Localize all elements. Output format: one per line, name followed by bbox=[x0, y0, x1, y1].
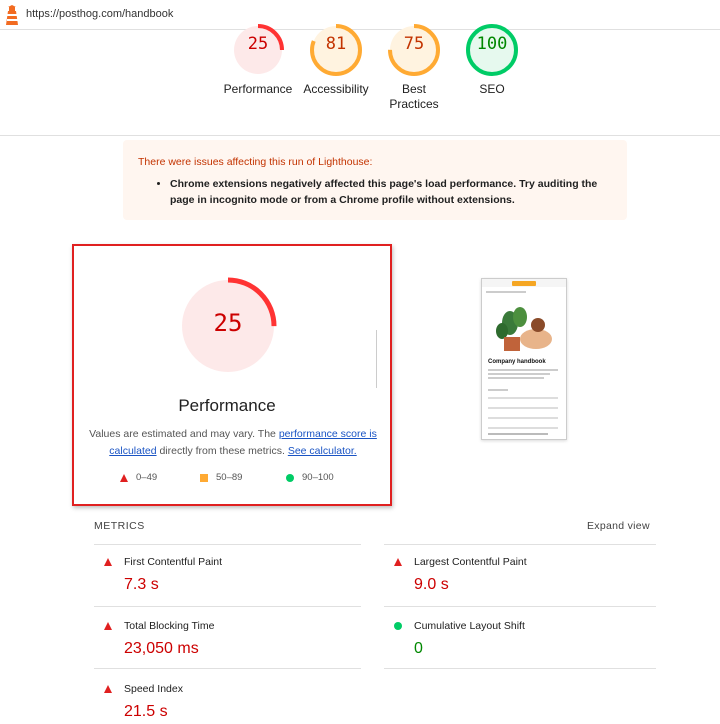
performance-summary: 25 Performance Values are estimated and … bbox=[72, 244, 392, 506]
fail-triangle-icon bbox=[104, 685, 112, 693]
fail-triangle-icon bbox=[104, 622, 112, 630]
thumbnail-illustration-icon bbox=[496, 307, 552, 351]
divider bbox=[384, 668, 656, 669]
legend-range: 50–89 bbox=[216, 472, 243, 483]
gauge-label: Best Practices bbox=[389, 82, 439, 111]
metric-label: Largest Contentful Paint bbox=[414, 556, 527, 568]
category-gauges: 25 Performance 81 Accessibility 75 Best … bbox=[0, 24, 720, 136]
pass-circle-icon bbox=[286, 473, 294, 482]
metric-value: 0 bbox=[414, 640, 423, 657]
page-screenshot-thumbnail[interactable]: Company handbook bbox=[481, 278, 567, 440]
desc-text: Values are estimated and may vary. The bbox=[89, 428, 279, 440]
divider bbox=[94, 606, 361, 607]
expand-view-toggle[interactable]: Expand view bbox=[587, 520, 650, 532]
metric-label: Cumulative Layout Shift bbox=[414, 620, 525, 632]
legend-range: 90–100 bbox=[302, 472, 334, 483]
metric-value: 9.0 s bbox=[414, 576, 449, 593]
average-square-icon bbox=[200, 473, 208, 482]
thumbnail-line bbox=[488, 373, 550, 375]
thumbnail-line bbox=[488, 433, 548, 435]
warning-item: Chrome extensions negatively affected th… bbox=[170, 176, 610, 208]
metric-value: 7.3 s bbox=[124, 576, 159, 593]
thumbnail-line bbox=[486, 291, 526, 293]
thumbnail-line bbox=[488, 389, 508, 391]
scroll-indicator bbox=[376, 330, 377, 388]
warning-banner: There were issues affecting this run of … bbox=[123, 140, 627, 220]
legend-range: 0–49 bbox=[136, 472, 158, 483]
thumbnail-line bbox=[488, 397, 558, 399]
gauge-score: 100 bbox=[476, 34, 508, 54]
performance-title: Performance bbox=[178, 396, 276, 415]
fail-triangle-icon bbox=[120, 473, 128, 482]
metric-label: First Contentful Paint bbox=[124, 556, 223, 568]
url-text[interactable]: https://posthog.com/handbook bbox=[26, 8, 173, 20]
thumbnail-line bbox=[488, 407, 558, 409]
gauge-seo[interactable]: 100 SEO bbox=[442, 22, 542, 97]
lighthouse-icon bbox=[6, 5, 18, 25]
gauge-label: SEO bbox=[479, 82, 505, 96]
performance-score: 25 bbox=[213, 309, 243, 337]
divider bbox=[384, 544, 656, 545]
metric-label: Total Blocking Time bbox=[124, 620, 215, 632]
desc-text-mid: directly from these metrics. bbox=[156, 445, 288, 457]
warning-title: There were issues affecting this run of … bbox=[138, 156, 373, 168]
legend-fail: 0–49 bbox=[120, 472, 157, 483]
thumbnail-line bbox=[488, 369, 558, 371]
legend-average: 50–89 bbox=[200, 472, 242, 483]
thumbnail-heading: Company handbook bbox=[488, 359, 546, 365]
thumbnail-line bbox=[488, 377, 544, 379]
metric-value: 23,050 ms bbox=[124, 640, 199, 657]
divider bbox=[94, 544, 361, 545]
performance-description: Values are estimated and may vary. The p… bbox=[88, 426, 378, 460]
thumbnail-button bbox=[512, 281, 536, 286]
metrics-heading: METRICS bbox=[94, 520, 145, 532]
thumbnail-line bbox=[488, 427, 558, 429]
fail-triangle-icon bbox=[104, 558, 112, 566]
metric-value: 21.5 s bbox=[124, 703, 168, 720]
warning-list: Chrome extensions negatively affected th… bbox=[170, 176, 610, 208]
legend-pass: 90–100 bbox=[286, 472, 334, 483]
pass-circle-icon bbox=[394, 622, 402, 630]
divider bbox=[384, 606, 656, 607]
divider bbox=[94, 668, 361, 669]
metric-label: Speed Index bbox=[124, 683, 183, 695]
fail-triangle-icon bbox=[394, 558, 402, 566]
thumbnail-line bbox=[488, 417, 558, 419]
see-calculator-link[interactable]: See calculator. bbox=[288, 445, 357, 457]
